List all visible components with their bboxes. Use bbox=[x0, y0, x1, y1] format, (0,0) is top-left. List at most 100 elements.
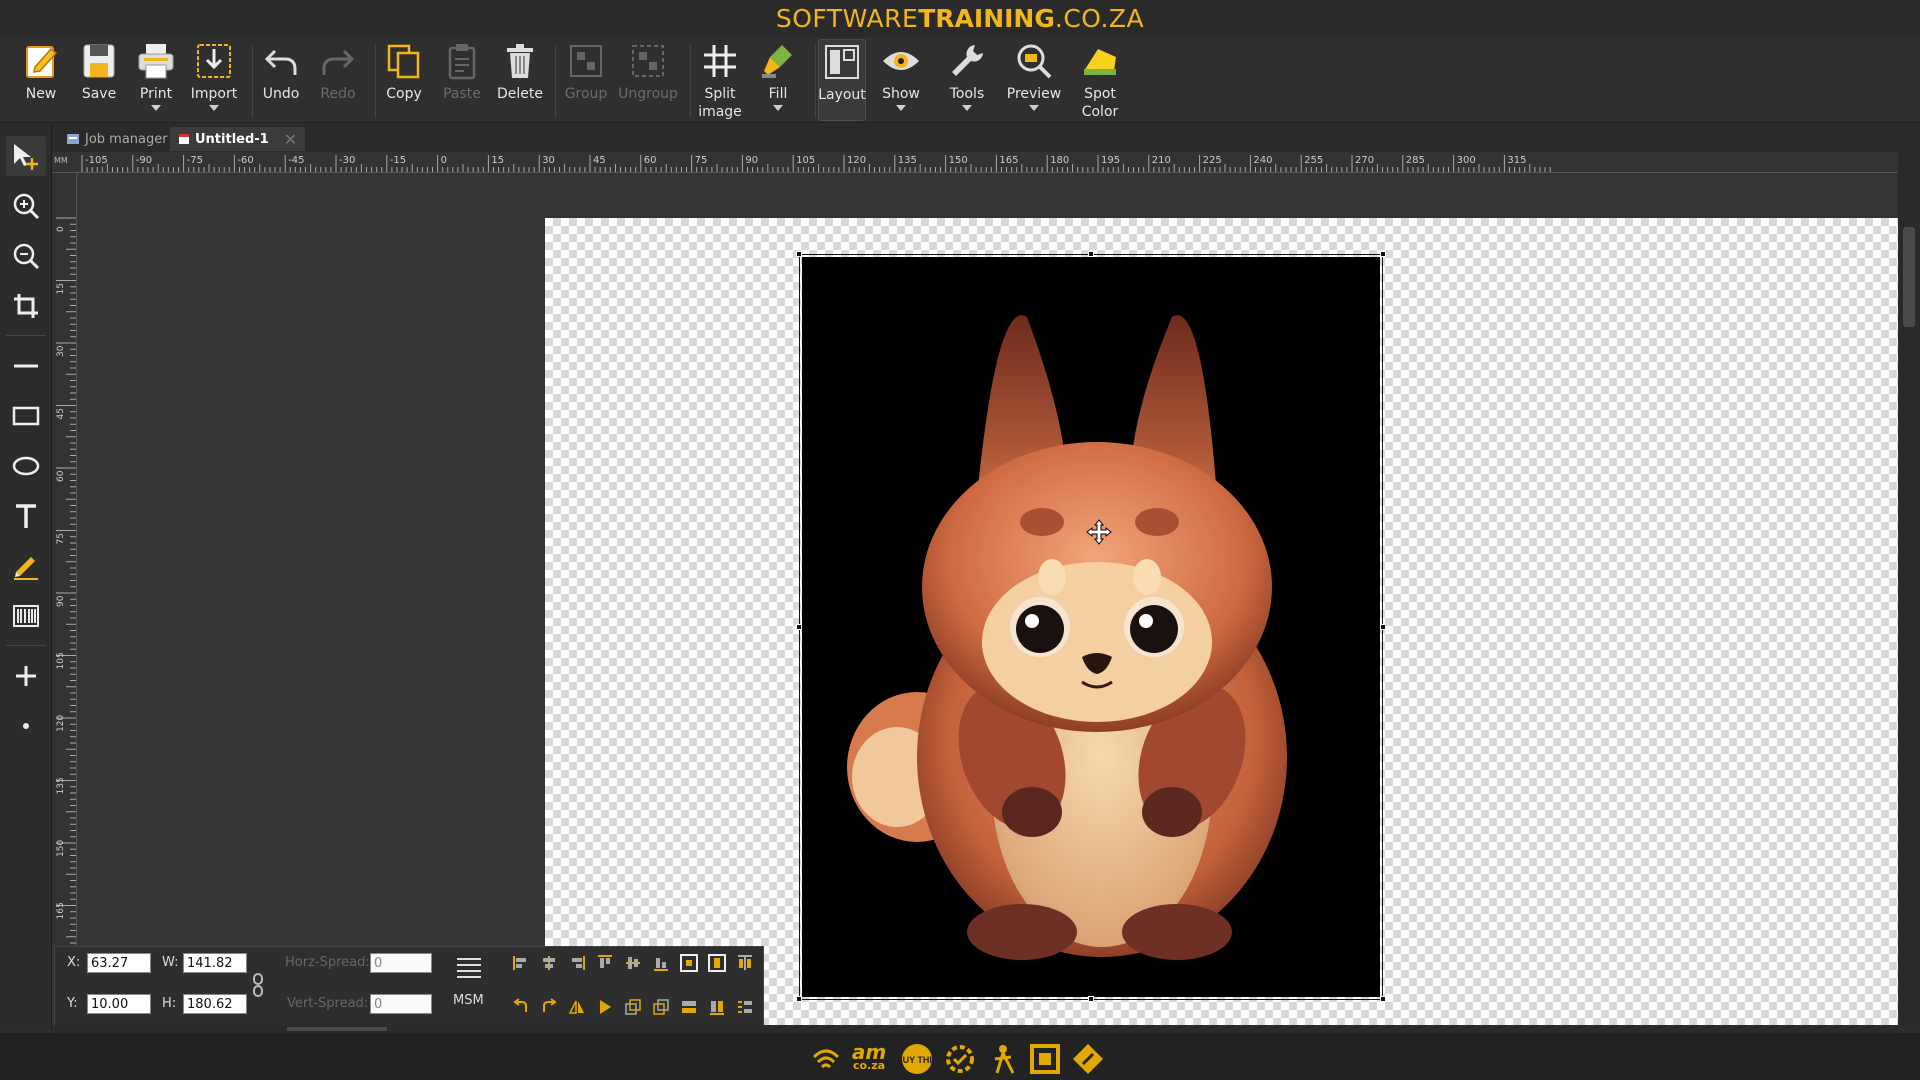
select-move-tool[interactable] bbox=[6, 136, 46, 176]
bring-forward-icon[interactable] bbox=[623, 997, 643, 1017]
horizontal-scroll-thumb[interactable] bbox=[287, 1027, 387, 1031]
horz-spread-field[interactable] bbox=[370, 953, 432, 973]
y-position-field[interactable] bbox=[87, 994, 151, 1014]
center-page-h-icon[interactable] bbox=[679, 953, 699, 973]
ruler-tick-label: 120 bbox=[56, 715, 66, 732]
flip-vertical-icon[interactable] bbox=[595, 997, 615, 1017]
grid-hash-icon bbox=[704, 45, 736, 77]
resize-handle-bottom-right[interactable] bbox=[1380, 996, 1386, 1002]
resize-handle-top-right[interactable] bbox=[1380, 251, 1386, 257]
align-center-h-icon[interactable] bbox=[539, 953, 559, 973]
ellipse-tool[interactable] bbox=[6, 446, 46, 486]
add-tool[interactable] bbox=[6, 656, 46, 696]
resize-handle-bottom[interactable] bbox=[1088, 996, 1094, 1002]
same-width-icon[interactable] bbox=[679, 997, 699, 1017]
height-field[interactable] bbox=[183, 994, 247, 1014]
am-coza-logo: am co.za bbox=[846, 1041, 892, 1077]
crop-tool[interactable] bbox=[6, 286, 46, 326]
ruler-tick-label: 180 bbox=[1050, 155, 1069, 166]
ruler-tick-label: 270 bbox=[1355, 155, 1374, 166]
align-center-v-icon[interactable] bbox=[623, 953, 643, 973]
resize-handle-right[interactable] bbox=[1380, 624, 1386, 630]
horizontal-scrollbar[interactable] bbox=[52, 1025, 1898, 1033]
paste-button[interactable]: Paste bbox=[434, 39, 490, 121]
show-dropdown-caret[interactable] bbox=[896, 105, 906, 111]
text-tool[interactable] bbox=[6, 496, 46, 536]
canvas-area[interactable] bbox=[77, 173, 1898, 1025]
copy-button[interactable]: Copy bbox=[376, 39, 432, 121]
rectangle-tool[interactable] bbox=[6, 396, 46, 436]
ruler-tick-label: 300 bbox=[1457, 155, 1476, 166]
align-right-icon[interactable] bbox=[567, 953, 587, 973]
pencil-tool[interactable] bbox=[6, 546, 46, 586]
lock-aspect-chain-icon[interactable] bbox=[251, 972, 265, 998]
align-bottom-icon[interactable] bbox=[651, 953, 671, 973]
barcode-tool[interactable] bbox=[6, 596, 46, 636]
delete-button[interactable]: Delete bbox=[492, 39, 548, 121]
rotate-right-icon[interactable] bbox=[539, 997, 559, 1017]
same-height-icon[interactable] bbox=[707, 997, 727, 1017]
distribute-icon[interactable] bbox=[735, 953, 755, 973]
resize-handle-top-left[interactable] bbox=[796, 251, 802, 257]
resize-handle-left[interactable] bbox=[796, 624, 802, 630]
tools-dropdown-caret[interactable] bbox=[962, 105, 972, 111]
vert-spread-field[interactable] bbox=[370, 994, 432, 1014]
center-page-v-icon[interactable] bbox=[707, 953, 727, 973]
trash-icon bbox=[507, 44, 533, 78]
align-top-icon[interactable] bbox=[595, 953, 615, 973]
ungroup-button[interactable]: Ungroup bbox=[618, 39, 678, 121]
line-tool[interactable] bbox=[6, 346, 46, 386]
width-field[interactable] bbox=[183, 953, 247, 973]
fill-dropdown-caret[interactable] bbox=[773, 105, 783, 111]
ruler-tick-label: 15 bbox=[56, 283, 66, 294]
x-position-field[interactable] bbox=[87, 953, 151, 973]
ruler-tick-label: 30 bbox=[542, 155, 555, 166]
tab-job-manager[interactable]: Job manager bbox=[58, 127, 176, 151]
ruler-tick-label: 150 bbox=[56, 840, 66, 857]
rotate-left-icon[interactable] bbox=[511, 997, 531, 1017]
redo-button[interactable]: Redo bbox=[310, 39, 366, 121]
import-dropdown-caret[interactable] bbox=[209, 105, 219, 111]
tools-button[interactable]: Tools bbox=[939, 39, 995, 121]
msm-label: MSM bbox=[453, 993, 484, 1008]
spot-color-button[interactable]: Spot Color bbox=[1072, 39, 1128, 121]
vertical-scroll-thumb[interactable] bbox=[1903, 227, 1915, 327]
show-button[interactable]: Show bbox=[873, 39, 929, 121]
vert-spread-label: Vert-Spread: bbox=[287, 996, 369, 1011]
close-tab-icon[interactable]: ✕ bbox=[284, 130, 297, 149]
resize-handle-bottom-left[interactable] bbox=[796, 996, 802, 1002]
align-left-icon[interactable] bbox=[511, 953, 531, 973]
tab-untitled-1[interactable]: Untitled-1 ✕ bbox=[170, 127, 306, 151]
figure-logo-icon bbox=[985, 1041, 1021, 1077]
print-button[interactable]: Print bbox=[128, 39, 184, 121]
vertical-scrollbar[interactable] bbox=[1898, 152, 1920, 1025]
ruler-tick-label: 165 bbox=[999, 155, 1018, 166]
flip-horizontal-icon[interactable] bbox=[567, 997, 587, 1017]
zoom-in-tool[interactable] bbox=[6, 186, 46, 226]
diamond-logo-icon bbox=[1070, 1041, 1106, 1077]
layout-button[interactable]: Layout bbox=[818, 39, 866, 121]
resize-handle-top[interactable] bbox=[1088, 251, 1094, 257]
ruler-tick-label: 120 bbox=[847, 155, 866, 166]
import-button[interactable]: Import bbox=[186, 39, 242, 121]
new-button[interactable]: New bbox=[13, 39, 69, 121]
split-image-button[interactable]: Split image bbox=[692, 39, 748, 121]
send-backward-icon[interactable] bbox=[651, 997, 671, 1017]
align-lines-icon[interactable] bbox=[455, 955, 483, 979]
undo-button[interactable]: Undo bbox=[253, 39, 309, 121]
same-size-icon[interactable] bbox=[735, 997, 755, 1017]
preview-button[interactable]: Preview bbox=[1006, 39, 1062, 121]
print-dropdown-caret[interactable] bbox=[151, 105, 161, 111]
selection-frame bbox=[799, 254, 1383, 1000]
preview-label: Preview bbox=[1006, 86, 1062, 102]
save-button[interactable]: Save bbox=[71, 39, 127, 121]
buy-this-text: BUY THIS bbox=[900, 1055, 934, 1065]
preview-dropdown-caret[interactable] bbox=[1029, 105, 1039, 111]
group-button[interactable]: Group bbox=[558, 39, 614, 121]
brand-light-text: SOFTWARE bbox=[775, 4, 919, 33]
zoom-out-tool[interactable] bbox=[6, 236, 46, 276]
point-tool[interactable] bbox=[6, 706, 46, 746]
barcode-icon bbox=[13, 605, 39, 627]
vertical-ruler-ticks: 0 15 30 45 60 75 90 105 120 135 150 165 bbox=[56, 217, 76, 963]
fill-button[interactable]: Fill bbox=[750, 39, 806, 121]
